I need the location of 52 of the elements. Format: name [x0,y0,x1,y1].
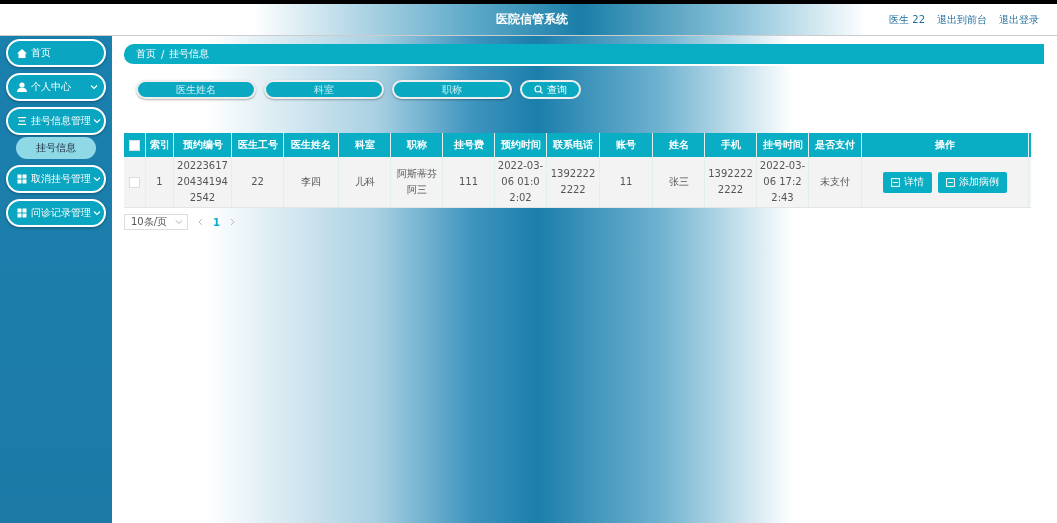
table-cell-text: 20223617204341942542 [176,159,229,205]
row-checkbox[interactable] [129,176,140,188]
grid-icon [17,174,27,184]
caret-icon [175,219,183,225]
next-icon [229,218,235,226]
table-cell-text: 11 [619,175,633,189]
header-link[interactable]: 退出登录 [999,12,1039,27]
grid-icon [17,208,27,218]
search-field[interactable]: 职称 [392,80,512,99]
breadcrumb-item: 挂号信息 [169,47,210,61]
chevron-icon [93,210,101,216]
menu-item[interactable]: 取消挂号管理 [6,165,106,193]
chevron-icon [93,118,101,124]
breadcrumb-separator: / [161,48,165,60]
menu-item[interactable]: 首页 [6,39,106,67]
header-link[interactable]: 退出到前台 [937,12,987,27]
menu-item[interactable]: 问诊记录管理 [6,199,106,227]
search-icon [534,85,543,94]
search-button[interactable]: 查询 [520,80,581,99]
breadcrumb-item[interactable]: 首页 [136,47,156,61]
page-number[interactable]: 1 [213,216,220,228]
table-cell-text: 李四 [301,175,321,189]
person-icon [17,82,27,92]
document-icon [946,177,955,187]
table-cell-text: 阿斯蒂芬阿三 [395,167,438,197]
list-icon [17,116,27,126]
table-cell-text: 22 [251,175,264,189]
home-icon [17,48,27,58]
submenu-item[interactable]: 挂号信息 [16,137,96,159]
table-cell-text: 1 [156,175,163,189]
table-cell-text: 2022-03-06 01:02:02 [497,159,544,205]
document-icon [891,177,900,187]
action-button[interactable]: 添加病例 [938,171,1007,193]
table-cell-text: 2022-03-06 17:22:43 [759,159,806,205]
table-cell-text: 张三 [668,175,689,189]
menu-item[interactable]: 挂号信息管理 [6,107,106,135]
chevron-icon [90,84,98,90]
table-cell-text: 未支付 [820,175,850,189]
previous-icon [198,218,203,226]
table-cell-text: 111 [458,175,479,189]
search-field[interactable]: 科室 [264,80,384,99]
search-field[interactable]: 医生姓名 [136,80,256,99]
select-all-checkbox[interactable] [129,139,140,151]
action-button[interactable]: 详情 [883,171,932,193]
menu-item[interactable]: 个人中心 [6,73,106,101]
app-title: 医院信管系统 [495,11,569,28]
page-size-select[interactable]: 10条/页 [124,214,188,230]
chevron-icon [93,176,101,182]
table-cell-text: 13922222222 [707,167,754,197]
table-cell-text: 儿科 [354,175,375,189]
header-link[interactable]: 医生 22 [889,12,925,27]
table-cell-text: 13922222222 [549,167,597,197]
